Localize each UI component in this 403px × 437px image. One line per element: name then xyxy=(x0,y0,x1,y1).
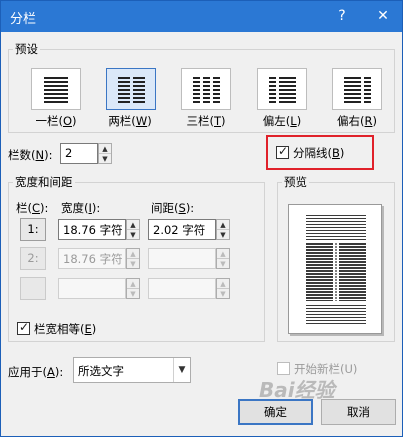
spacing-header: 间距(S): xyxy=(151,201,195,215)
close-button[interactable]: ✕ xyxy=(371,5,395,27)
presets-group-label: 预设 xyxy=(13,41,40,57)
preset-two-columns[interactable] xyxy=(106,68,156,110)
column-1-spacing-input[interactable]: 2.02 字符 xyxy=(148,219,216,240)
preset-two-columns-label: 两栏(W) xyxy=(108,114,152,128)
column-1-width-input[interactable]: 18.76 字符 xyxy=(58,219,126,240)
spin-down-icon: ▼ xyxy=(220,289,226,298)
spin-down-icon[interactable]: ▼ xyxy=(217,230,229,240)
spin-up-icon: ▲ xyxy=(127,249,139,259)
column-header: 栏(C): xyxy=(16,201,49,215)
checkmark-icon: ✓ xyxy=(19,320,30,334)
columns-dialog: 分栏 ? ✕ 预设 一栏(O) 两栏(W) 三栏(T) 偏左(L) 偏右(R) … xyxy=(0,0,403,437)
preset-one-column[interactable] xyxy=(31,68,81,110)
spin-down-icon[interactable]: ▼ xyxy=(99,154,111,164)
column-1-spacing-spinner[interactable]: ▲ ▼ xyxy=(216,219,230,240)
preset-one-column-label: 一栏(O) xyxy=(35,114,77,128)
column-2-button: 2: xyxy=(20,247,46,270)
spin-up-icon: ▲ xyxy=(217,249,229,259)
columns-count-spinner[interactable]: ▲ ▼ xyxy=(98,143,112,164)
column-2-width-spinner: ▲ ▼ xyxy=(126,248,140,269)
highlight-box xyxy=(266,135,374,170)
preview-group-label: 预览 xyxy=(282,174,309,190)
spin-up-icon[interactable]: ▲ xyxy=(217,220,229,230)
apply-to-label: 应用于(A): xyxy=(8,365,64,379)
spin-down-icon[interactable]: ▼ xyxy=(127,230,139,240)
column-3-spacing-spinner: ▲ ▼ xyxy=(216,278,230,299)
column-2-spacing-input xyxy=(148,248,216,269)
spin-up-icon[interactable]: ▲ xyxy=(127,220,139,230)
watermark: Bai经验 xyxy=(259,378,335,402)
equal-width-label[interactable]: 栏宽相等(E) xyxy=(34,321,96,337)
column-3-width-input xyxy=(58,278,126,299)
column-2-spacing-spinner: ▲ ▼ xyxy=(216,248,230,269)
right-column-icon xyxy=(344,77,371,103)
spin-down-icon: ▼ xyxy=(130,289,136,298)
preview-page xyxy=(288,204,382,334)
spin-down-icon: ▼ xyxy=(130,259,136,268)
three-columns-icon xyxy=(193,77,220,103)
left-column-icon xyxy=(269,77,296,103)
column-1-width-spinner[interactable]: ▲ ▼ xyxy=(126,219,140,240)
help-button[interactable]: ? xyxy=(330,5,354,27)
two-columns-icon xyxy=(118,77,145,103)
preset-three-columns-label: 三栏(T) xyxy=(186,114,226,128)
columns-count-input[interactable]: 2 xyxy=(60,143,98,164)
preset-left[interactable] xyxy=(257,68,307,110)
apply-to-value: 所选文字 xyxy=(78,364,124,378)
column-3-spacing-input xyxy=(148,278,216,299)
dialog-title: 分栏 xyxy=(10,12,37,27)
one-column-icon xyxy=(44,77,68,103)
column-3-button xyxy=(20,277,46,300)
equal-width-checkbox[interactable]: ✓ xyxy=(17,320,30,335)
column-2-width-input: 18.76 字符 xyxy=(58,248,126,269)
preview-columns-graphic xyxy=(306,215,366,324)
preset-left-label: 偏左(L) xyxy=(262,114,302,128)
spin-down-icon: ▼ xyxy=(220,259,226,268)
preset-right[interactable] xyxy=(332,68,382,110)
spin-up-icon: ▲ xyxy=(127,279,139,289)
columns-count-label: 栏数(N): xyxy=(8,148,53,162)
title-bar: 分栏 ? ✕ xyxy=(1,1,402,32)
chevron-down-icon[interactable]: ▼ xyxy=(173,358,190,382)
spin-up-icon: ▲ xyxy=(217,279,229,289)
preset-right-label: 偏右(R) xyxy=(337,114,377,128)
column-3-width-spinner: ▲ ▼ xyxy=(126,278,140,299)
preset-three-columns[interactable] xyxy=(181,68,231,110)
spin-up-icon[interactable]: ▲ xyxy=(99,144,111,154)
width-spacing-group-label: 宽度和间距 xyxy=(13,174,75,190)
width-header: 宽度(I): xyxy=(61,201,101,215)
column-1-button[interactable]: 1: xyxy=(20,218,46,241)
